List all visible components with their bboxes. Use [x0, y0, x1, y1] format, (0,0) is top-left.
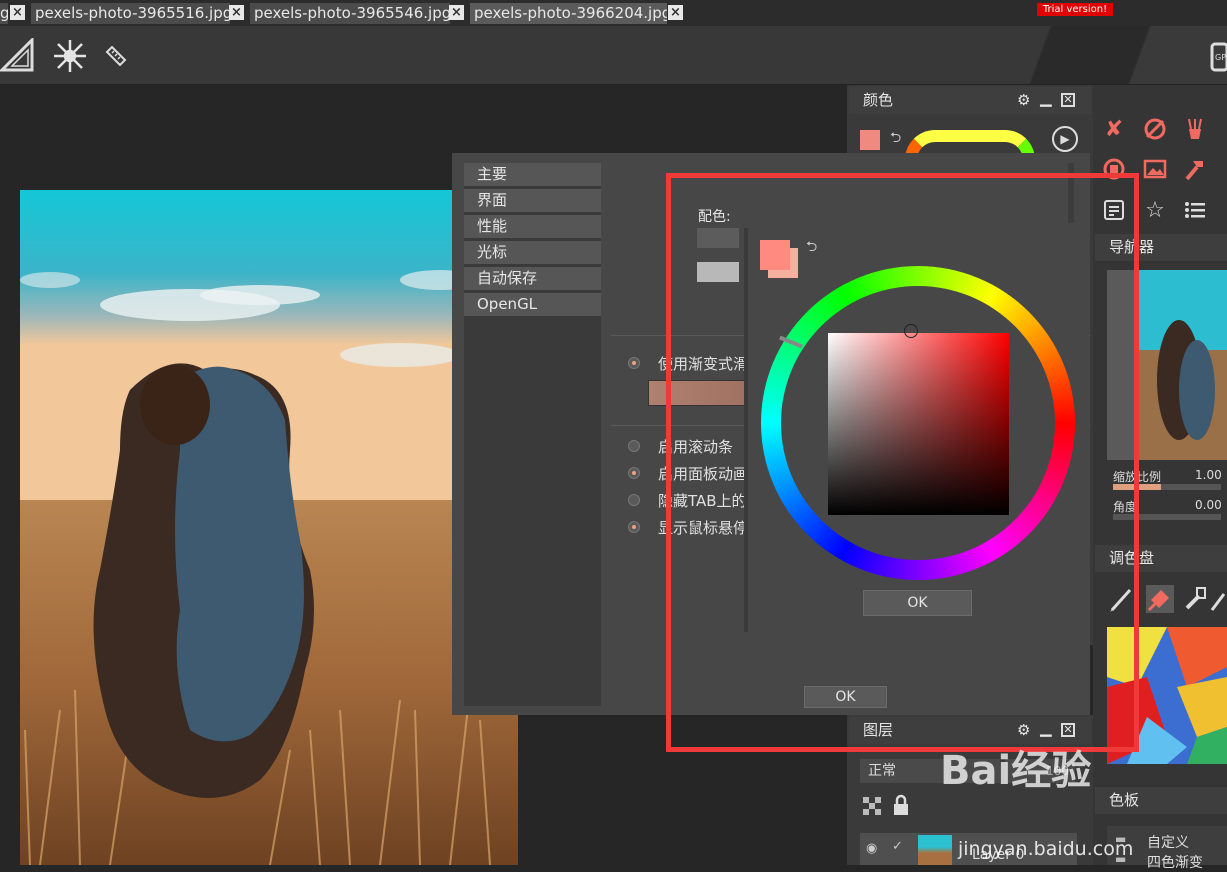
panel-animation-radio[interactable]: [628, 467, 640, 479]
wrench-icon[interactable]: ✘: [1101, 116, 1127, 142]
transparency-lock-icon[interactable]: [862, 796, 882, 816]
ruler-icon[interactable]: [104, 44, 128, 68]
tab-close-icon[interactable]: ×: [668, 5, 683, 20]
tab-label: pexels-photo-3965516.jpg: [35, 4, 230, 22]
brush-cup-icon[interactable]: [1182, 116, 1208, 142]
zoom-value: 1.00: [1195, 468, 1222, 482]
trial-badge: Trial version!: [1037, 3, 1113, 16]
tab-photo-3966204[interactable]: pexels-photo-3966204.jpg: [470, 3, 667, 24]
pen-icon[interactable]: [1210, 585, 1227, 613]
swap-colors-icon[interactable]: ⮌: [890, 127, 901, 151]
close-icon[interactable]: ✕: [1061, 93, 1075, 107]
hover-radio[interactable]: [628, 521, 640, 533]
blend-mode-value: 正常: [868, 763, 896, 779]
snowflake-icon[interactable]: [52, 38, 88, 74]
check-icon[interactable]: ✓: [892, 839, 903, 854]
hammer-icon[interactable]: [1182, 156, 1208, 182]
eye-icon[interactable]: ◉: [866, 841, 877, 856]
gradient-slider-radio[interactable]: [628, 357, 640, 369]
play-icon[interactable]: ▶: [1052, 126, 1078, 152]
swatch-panel-header: 色板: [1095, 787, 1227, 814]
angle-value: 0.00: [1195, 498, 1222, 512]
triangle-ruler-icon[interactable]: [0, 38, 34, 72]
tab-bar: g × pexels-photo-3965516.jpg × pexels-ph…: [0, 0, 1227, 26]
image-icon[interactable]: [1142, 156, 1168, 182]
foreground-color-swatch[interactable]: [860, 130, 880, 150]
lock-icon[interactable]: [891, 794, 911, 816]
spray-icon[interactable]: [1180, 585, 1208, 613]
scrollbar-radio[interactable]: [628, 440, 640, 452]
toolbar: GPU: [0, 26, 1227, 85]
swatch-title: 色板: [1109, 791, 1140, 809]
tab-label: g: [0, 4, 8, 22]
brush-settings-icon[interactable]: [1142, 116, 1168, 142]
watermark-brand: Bai经验: [940, 748, 1092, 794]
hide-tab-radio[interactable]: [628, 494, 640, 506]
color-panel-title: 颜色: [863, 91, 894, 109]
svg-text:GPU: GPU: [1215, 53, 1227, 62]
watermark-url: jingyan.baidu.com: [958, 838, 1134, 860]
layer-thumbnail: [918, 835, 952, 865]
canvas-photo[interactable]: [20, 190, 518, 865]
tab-close-icon[interactable]: ×: [229, 5, 244, 20]
tab-label: pexels-photo-3965546.jpg: [254, 4, 450, 22]
tab-close-icon[interactable]: ×: [449, 5, 464, 20]
swatch-item[interactable]: 四色渐变: [1147, 852, 1203, 872]
prefs-nav-item-cursor[interactable]: 光标: [464, 241, 601, 264]
prefs-nav-item-interface[interactable]: 界面: [464, 189, 601, 212]
color-panel-header: 颜色 ⚙ ▁ ✕: [849, 87, 1091, 114]
tab-partial[interactable]: g: [0, 3, 8, 24]
tab-label: pexels-photo-3966204.jpg: [474, 4, 667, 22]
fill-brush-icon[interactable]: [1146, 585, 1174, 613]
prefs-nav-item-opengl[interactable]: OpenGL: [464, 293, 601, 316]
list-icon[interactable]: [1182, 197, 1208, 223]
swatch-item[interactable]: 自定义: [1147, 832, 1189, 852]
minimize-icon[interactable]: ▁: [1040, 85, 1052, 112]
prefs-nav-item-autosave[interactable]: 自动保存: [464, 267, 601, 290]
gpu-chip-icon[interactable]: GPU: [1208, 40, 1227, 74]
toolbar-decoration: [1000, 26, 1227, 84]
star-icon[interactable]: ☆: [1142, 197, 1168, 223]
tab-photo-3965546[interactable]: pexels-photo-3965546.jpg: [250, 3, 450, 24]
tab-close-icon[interactable]: ×: [10, 5, 25, 20]
tab-photo-3965516[interactable]: pexels-photo-3965516.jpg: [31, 3, 230, 24]
gear-icon[interactable]: ⚙: [1017, 87, 1030, 114]
prefs-nav-item-performance[interactable]: 性能: [464, 215, 601, 238]
highlight-frame: [666, 173, 1139, 752]
prefs-nav-item-main[interactable]: 主要: [464, 163, 601, 186]
